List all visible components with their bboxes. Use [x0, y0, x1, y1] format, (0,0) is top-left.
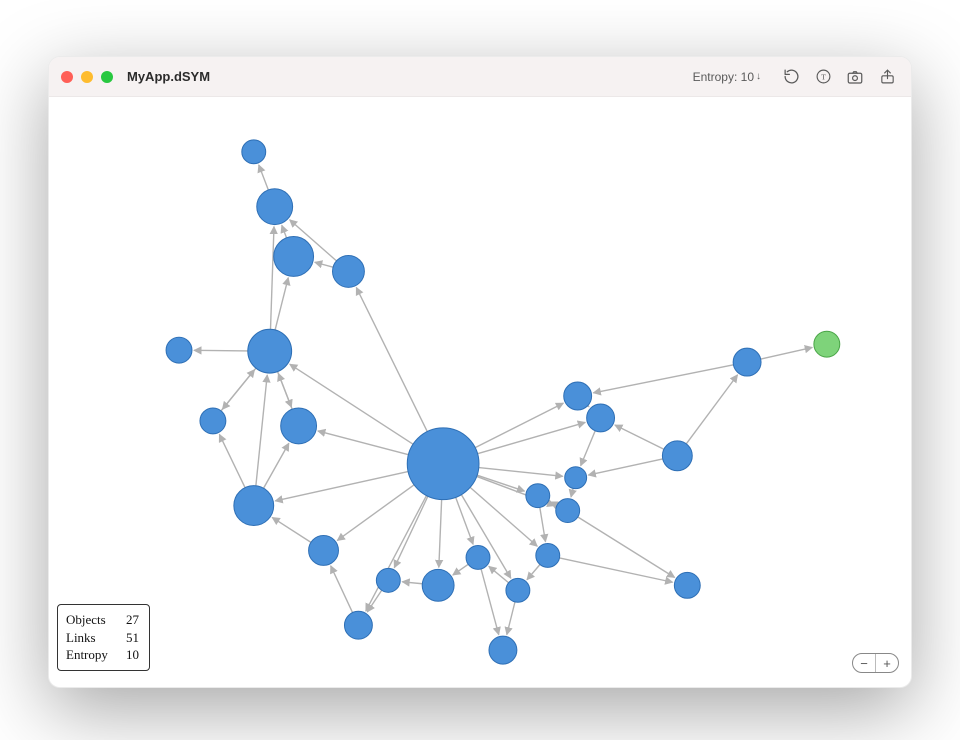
graph-node[interactable]: [564, 382, 592, 410]
graph-canvas[interactable]: Objects 27 Links 51 Entropy 10 − +: [49, 97, 911, 687]
graph-node[interactable]: [733, 348, 761, 376]
info-button[interactable]: T: [811, 65, 835, 89]
minimize-window-button[interactable]: [81, 71, 93, 83]
graph-edge: [275, 278, 288, 330]
share-button[interactable]: [875, 65, 899, 89]
graph-edge: [581, 431, 596, 466]
graph-edge: [571, 488, 573, 497]
graph-edge: [559, 558, 672, 582]
graph-edge: [394, 496, 428, 567]
close-window-button[interactable]: [61, 71, 73, 83]
graph-edge: [402, 582, 422, 584]
graph-edge: [278, 373, 292, 409]
window-controls: [61, 71, 113, 83]
stats-entropy-value: 10: [126, 646, 139, 664]
graph-edge: [456, 497, 473, 544]
zoom-in-button[interactable]: +: [876, 654, 898, 672]
share-icon: [879, 68, 896, 85]
zoom-out-button[interactable]: −: [853, 654, 875, 672]
graph-node[interactable]: [234, 486, 274, 526]
graph-node[interactable]: [506, 578, 530, 602]
graph-edge: [356, 287, 427, 431]
app-window: MyApp.dSYM Entropy: 10 ↓ T: [48, 56, 912, 688]
graph-edge: [337, 485, 414, 541]
graph-edge: [761, 347, 813, 359]
graph-edge: [615, 425, 664, 449]
zoom-window-button[interactable]: [101, 71, 113, 83]
graph-edge: [479, 468, 563, 477]
graph-node[interactable]: [309, 536, 339, 566]
graph-edge: [331, 566, 353, 613]
graph-edge: [259, 165, 269, 190]
graph-node[interactable]: [274, 237, 314, 277]
refresh-icon: [783, 68, 800, 85]
graph-edge: [477, 475, 524, 491]
graph-node[interactable]: [333, 255, 365, 287]
graph-node[interactable]: [376, 568, 400, 592]
graph-node[interactable]: [489, 636, 517, 664]
graph-edge: [578, 517, 675, 577]
graph-node[interactable]: [662, 441, 692, 471]
graph-edge: [194, 350, 248, 351]
zoom-control: − +: [852, 653, 899, 673]
graph-edge: [540, 507, 546, 541]
info-icon: T: [815, 68, 832, 85]
graph-edge: [527, 565, 540, 580]
entropy-dropdown[interactable]: Entropy: 10 ↓: [693, 70, 761, 84]
sort-arrow-icon: ↓: [756, 72, 761, 82]
graph-node[interactable]: [257, 189, 293, 225]
graph-node[interactable]: [526, 484, 550, 508]
stats-links-label: Links: [66, 629, 118, 647]
graph-edge: [315, 262, 333, 267]
graph-node[interactable]: [344, 611, 372, 639]
graph-edge: [686, 375, 737, 444]
graph-edge: [318, 431, 409, 455]
graph-node[interactable]: [281, 408, 317, 444]
graph-node[interactable]: [814, 331, 840, 357]
graph-edge: [282, 225, 287, 238]
graph-edge: [271, 227, 274, 330]
graph-node[interactable]: [248, 329, 292, 373]
graph-edge: [272, 517, 311, 542]
graph-node[interactable]: [200, 408, 226, 434]
stats-panel: Objects 27 Links 51 Entropy 10: [57, 604, 150, 671]
graph-node[interactable]: [466, 545, 490, 569]
camera-icon: [846, 68, 864, 86]
graph-node[interactable]: [422, 569, 454, 601]
entropy-label-text: Entropy: 10: [693, 70, 754, 84]
graph-node[interactable]: [166, 337, 192, 363]
stats-objects-label: Objects: [66, 611, 118, 629]
graph-node[interactable]: [587, 404, 615, 432]
graph-node[interactable]: [565, 467, 587, 489]
graph-edge: [481, 569, 499, 635]
stats-entropy-label: Entropy: [66, 646, 118, 664]
graph-edge: [507, 602, 515, 635]
graph-node[interactable]: [556, 499, 580, 523]
graph-edge: [221, 370, 254, 411]
window-title: MyApp.dSYM: [127, 69, 210, 84]
graph-edge: [588, 459, 662, 475]
graph-edge: [593, 365, 733, 393]
snapshot-button[interactable]: [843, 65, 867, 89]
graph-node[interactable]: [242, 140, 266, 164]
graph-edge: [256, 375, 267, 486]
graph-edge: [439, 500, 442, 568]
titlebar: MyApp.dSYM Entropy: 10 ↓ T: [49, 57, 911, 97]
graph-node[interactable]: [674, 572, 700, 598]
graph-node[interactable]: [407, 428, 479, 500]
svg-text:T: T: [821, 72, 826, 81]
refresh-button[interactable]: [779, 65, 803, 89]
graph-edge: [275, 472, 408, 501]
graph-edge: [264, 443, 289, 488]
graph-node[interactable]: [536, 543, 560, 567]
stats-links-value: 51: [126, 629, 139, 647]
graph-edge: [219, 434, 245, 487]
stats-objects-value: 27: [126, 611, 139, 629]
graph-svg: [49, 97, 911, 687]
graph-edge: [453, 564, 468, 575]
